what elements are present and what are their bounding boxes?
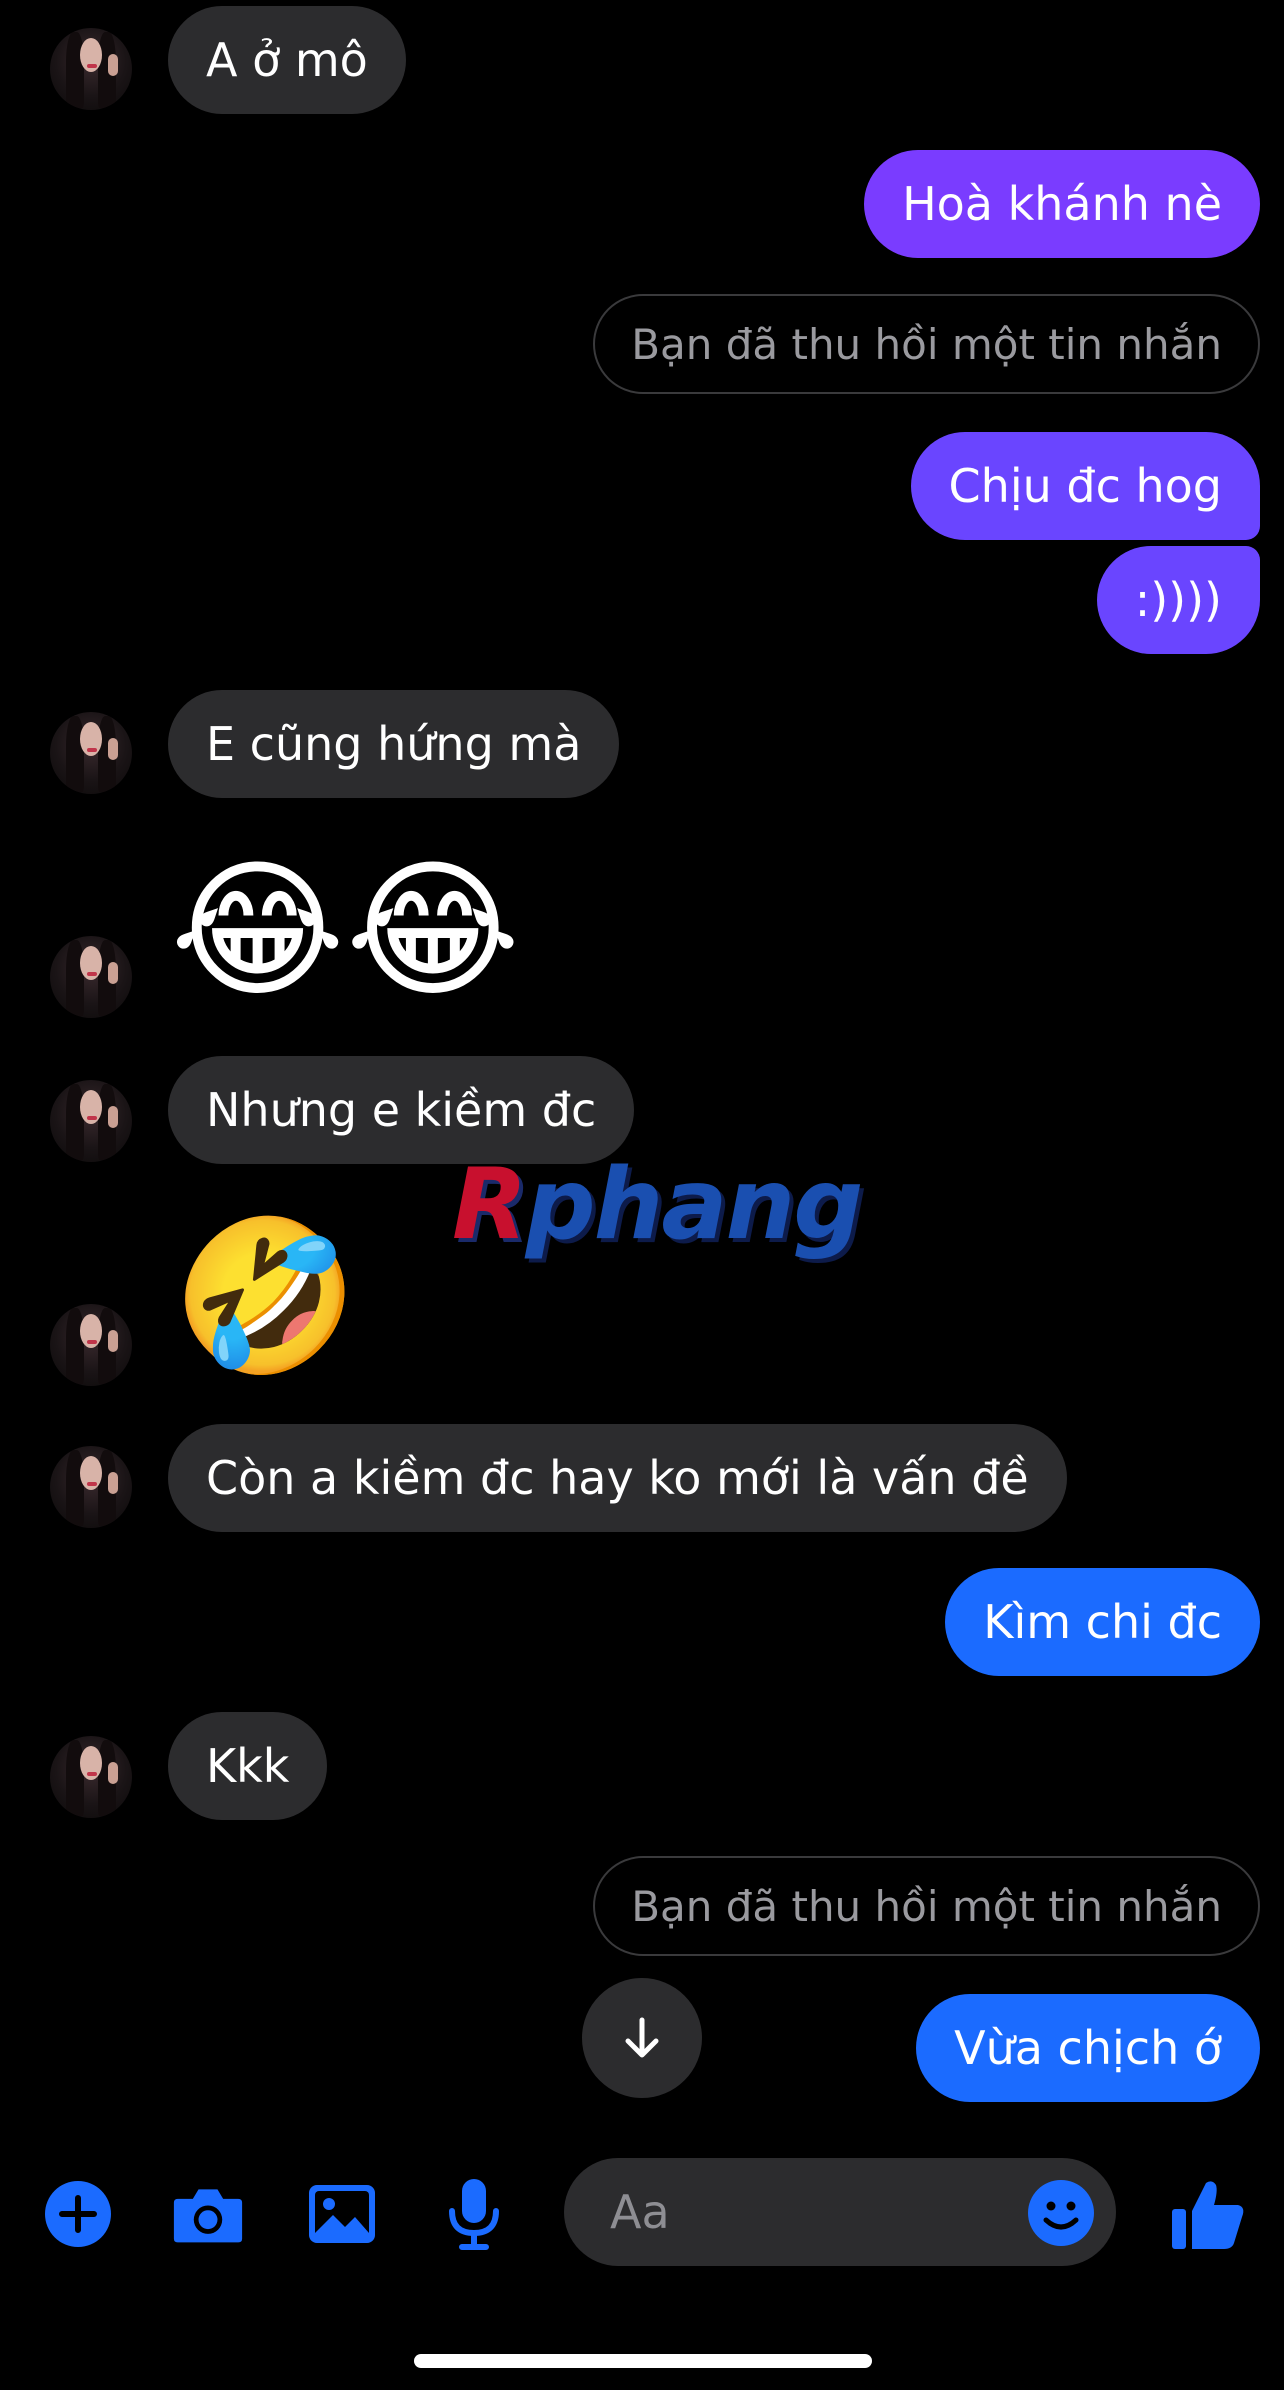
message-bubble-outgoing[interactable]: Hoà khánh nè [864, 150, 1260, 258]
watermark-logo: Rphang [452, 1148, 863, 1262]
home-indicator [414, 2354, 872, 2368]
message-text: Hoà khánh nè [902, 177, 1222, 231]
message-text: Chịu đc hog [948, 459, 1222, 513]
message-text: Nhưng e kiềm đc [206, 1083, 597, 1137]
message-bubble-incoming[interactable]: A ở mô [168, 6, 406, 114]
message-bubble-outgoing[interactable]: Vừa chịch ớ [916, 1994, 1260, 2102]
watermark-part1: R [452, 1148, 527, 1262]
message-text: A ở mô [206, 33, 368, 87]
message-text: :)))) [1134, 573, 1222, 627]
thumbs-up-icon [1172, 2181, 1244, 2249]
contact-avatar[interactable] [50, 1304, 132, 1386]
gallery-button[interactable] [306, 2178, 378, 2250]
scroll-to-bottom-button[interactable] [582, 1978, 702, 2098]
emoji-message[interactable]: 😂😂 [170, 856, 521, 1006]
emoji-face-with-tears-of-joy-icon: 😂😂 [170, 844, 521, 1018]
message-bubble-incoming[interactable]: Còn a kiềm đc hay ko mới là vấn đề [168, 1424, 1067, 1532]
camera-button[interactable] [172, 2178, 244, 2250]
message-bubble-outgoing[interactable]: :)))) [1096, 546, 1260, 654]
image-icon [309, 2185, 375, 2243]
emoji-message[interactable]: 🤣 [172, 1222, 359, 1372]
message-text: Kìm chi đc [983, 1595, 1222, 1649]
contact-avatar[interactable] [50, 1080, 132, 1162]
retracted-message-text: Bạn đã thu hồi một tin nhắn [631, 1881, 1222, 1931]
contact-avatar[interactable] [50, 28, 132, 110]
message-text: Vừa chịch ớ [954, 2021, 1222, 2075]
contact-avatar[interactable] [50, 712, 132, 794]
message-bubble-outgoing[interactable]: Chịu đc hog [910, 432, 1260, 540]
retracted-message[interactable]: Bạn đã thu hồi một tin nhắn [593, 294, 1260, 394]
message-bubble-incoming[interactable]: E cũng hứng mà [168, 690, 620, 798]
retracted-message-text: Bạn đã thu hồi một tin nhắn [631, 319, 1222, 369]
emoji-icon [1028, 2180, 1094, 2246]
watermark-part2: phang [525, 1148, 863, 1262]
message-text: Còn a kiềm đc hay ko mới là vấn đề [206, 1451, 1029, 1505]
emoji-button[interactable] [1026, 2178, 1096, 2248]
contact-avatar[interactable] [50, 1736, 132, 1818]
plus-button[interactable] [42, 2178, 114, 2250]
message-input-placeholder: Aa [610, 2185, 670, 2239]
voice-button[interactable] [438, 2178, 510, 2250]
like-button[interactable] [1168, 2178, 1248, 2250]
emoji-rolling-on-floor-laughing-icon: 🤣 [172, 1210, 359, 1384]
microphone-icon [449, 2179, 499, 2250]
message-bubble-outgoing[interactable]: Kìm chi đc [945, 1568, 1260, 1676]
arrow-down-icon [625, 2017, 659, 2058]
message-text: E cũng hứng mà [206, 717, 582, 771]
message-text: Kkk [206, 1739, 290, 1793]
plus-icon [45, 2181, 111, 2247]
contact-avatar[interactable] [50, 936, 132, 1018]
contact-avatar[interactable] [50, 1446, 132, 1528]
message-bubble-incoming[interactable]: Kkk [168, 1712, 328, 1820]
camera-icon [173, 2189, 243, 2243]
retracted-message[interactable]: Bạn đã thu hồi một tin nhắn [593, 1856, 1260, 1956]
